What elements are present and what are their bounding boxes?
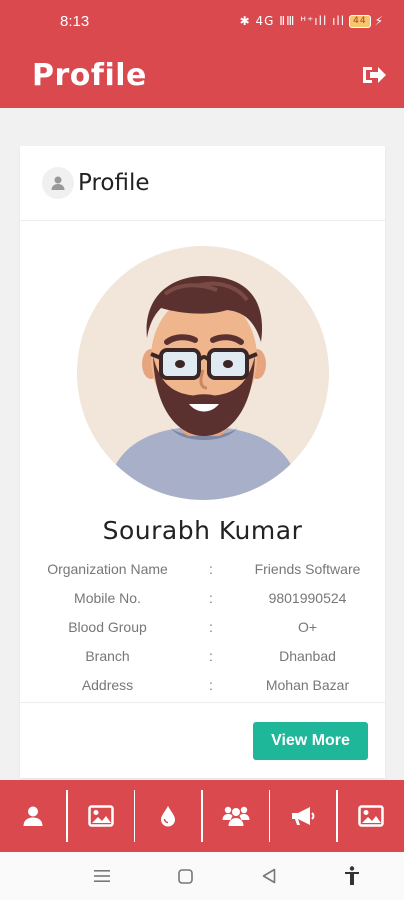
detail-separator: : bbox=[209, 677, 213, 693]
charging-icon: ⚡ bbox=[374, 14, 384, 28]
nav-item-blood[interactable] bbox=[135, 780, 201, 852]
nav-item-profile[interactable] bbox=[0, 780, 66, 852]
user-name: Sourabh Kumar bbox=[102, 516, 303, 545]
detail-separator: : bbox=[209, 561, 213, 577]
profile-card: Profile Sourabh Kumar Organization Name … bbox=[20, 146, 385, 778]
detail-label: Branch bbox=[85, 648, 130, 664]
detail-separator: : bbox=[209, 648, 213, 664]
card-title: Profile bbox=[78, 170, 150, 196]
menu-icon bbox=[93, 870, 110, 882]
status-bar: 8:13 ✱ 4G ⅡⅢ ᴴ⁺ıll ıll 44 ⚡ bbox=[0, 0, 404, 42]
megaphone-icon bbox=[292, 807, 315, 825]
detail-row-branch: Branch : Dhanbad bbox=[20, 646, 385, 675]
detail-label: Blood Group bbox=[68, 619, 147, 635]
detail-label: Mobile No. bbox=[74, 590, 141, 606]
detail-row-mobile: Mobile No. : 9801990524 bbox=[20, 588, 385, 617]
square-icon bbox=[177, 868, 193, 884]
card-header: Profile bbox=[20, 146, 385, 221]
battery-icon: 44 bbox=[349, 14, 371, 28]
gallery-icon bbox=[358, 805, 384, 827]
detail-row-organization: Organization Name : Friends Software bbox=[20, 559, 385, 588]
detail-label: Address bbox=[81, 677, 134, 693]
back-button[interactable] bbox=[254, 861, 284, 891]
blood-drop-icon bbox=[161, 806, 176, 827]
logout-button[interactable] bbox=[358, 59, 390, 91]
image-icon bbox=[87, 805, 114, 827]
detail-value: Friends Software bbox=[254, 561, 361, 577]
detail-value: O+ bbox=[297, 619, 318, 635]
nav-item-gallery[interactable] bbox=[338, 780, 404, 852]
recent-apps-button[interactable] bbox=[87, 861, 117, 891]
detail-value: Dhanbad bbox=[279, 648, 336, 664]
signal-icons: ✱ 4G ⅡⅢ ᴴ⁺ıll ıll bbox=[239, 14, 346, 28]
detail-row-blood-group: Blood Group : O+ bbox=[20, 617, 385, 646]
accessibility-button[interactable] bbox=[337, 861, 367, 891]
avatar bbox=[77, 246, 329, 500]
card-divider bbox=[20, 702, 385, 703]
nav-item-announcements[interactable] bbox=[270, 780, 336, 852]
detail-label: Organization Name bbox=[47, 561, 168, 577]
view-more-button[interactable]: View More bbox=[253, 722, 368, 760]
app-bar: Profile bbox=[0, 42, 404, 108]
profile-details: Organization Name : Friends Software Mob… bbox=[20, 559, 385, 704]
detail-separator: : bbox=[209, 590, 213, 606]
logout-icon bbox=[363, 67, 386, 83]
back-triangle-icon bbox=[262, 868, 276, 884]
detail-separator: : bbox=[209, 619, 213, 635]
home-button[interactable] bbox=[170, 861, 200, 891]
status-time: 8:13 bbox=[60, 12, 90, 30]
detail-value: Mohan Bazar bbox=[265, 677, 350, 693]
detail-row-address: Address : Mohan Bazar bbox=[20, 675, 385, 704]
page-title: Profile bbox=[32, 57, 147, 93]
detail-value: 9801990524 bbox=[268, 590, 347, 606]
bottom-nav bbox=[0, 780, 404, 852]
nav-item-photos[interactable] bbox=[68, 780, 134, 852]
status-icons: ✱ 4G ⅡⅢ ᴴ⁺ıll ıll 44 ⚡ bbox=[240, 14, 384, 28]
accessibility-icon bbox=[345, 866, 360, 885]
group-icon bbox=[222, 806, 250, 826]
system-nav-bar bbox=[0, 852, 404, 900]
user-icon bbox=[42, 167, 74, 199]
user-icon bbox=[23, 806, 43, 826]
nav-item-members[interactable] bbox=[203, 780, 269, 852]
